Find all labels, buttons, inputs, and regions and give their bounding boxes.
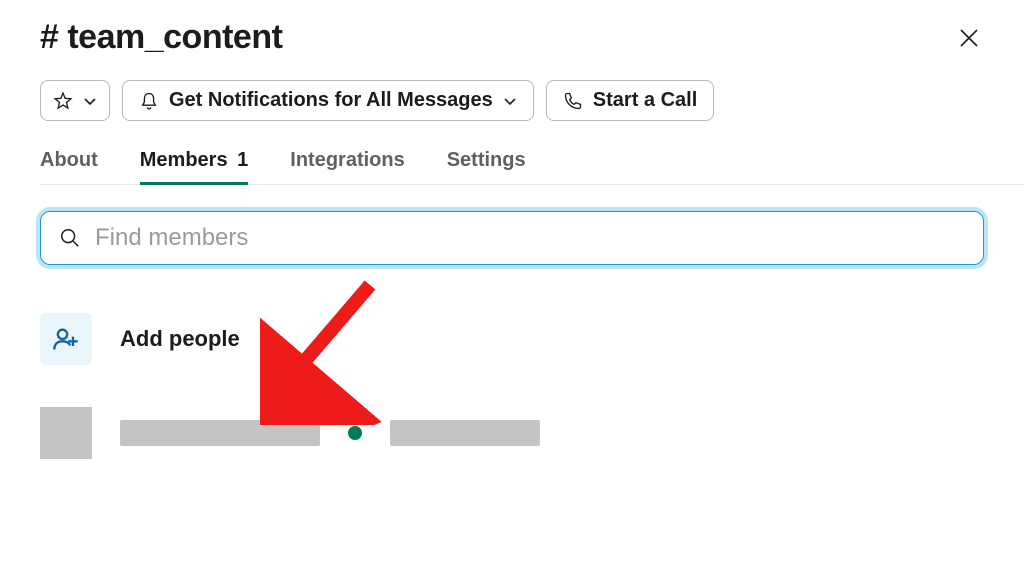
start-call-button[interactable]: Start a Call: [546, 80, 714, 121]
start-call-label: Start a Call: [593, 89, 697, 112]
channel-title: # team_content: [40, 18, 282, 57]
search-field[interactable]: [40, 211, 984, 265]
tabs: About Members 1 Integrations Settings: [40, 149, 1024, 185]
tab-members-label: Members: [140, 149, 228, 171]
member-meta-placeholder: [390, 420, 540, 446]
notifications-button[interactable]: Get Notifications for All Messages: [122, 80, 534, 121]
add-people-label: Add people: [120, 326, 240, 352]
avatar: [40, 407, 92, 459]
star-icon: [53, 91, 73, 111]
search-icon: [59, 227, 81, 249]
presence-indicator: [348, 426, 362, 440]
add-people-button[interactable]: Add people: [40, 313, 984, 365]
tab-settings[interactable]: Settings: [447, 149, 526, 184]
close-icon: [958, 27, 980, 49]
star-dropdown-button[interactable]: [40, 80, 110, 121]
add-people-icon-container: [40, 313, 92, 365]
phone-icon: [563, 91, 583, 111]
person-add-icon: [52, 325, 80, 353]
search-input[interactable]: [95, 224, 965, 252]
bell-icon: [139, 90, 159, 112]
tab-integrations[interactable]: Integrations: [290, 149, 404, 184]
member-row[interactable]: [40, 407, 984, 459]
tab-members[interactable]: Members 1: [140, 149, 249, 184]
tab-members-count: 1: [237, 149, 248, 171]
close-button[interactable]: [954, 22, 984, 58]
toolbar: Get Notifications for All Messages Start…: [40, 80, 984, 121]
chevron-down-icon: [83, 94, 97, 108]
chevron-down-icon: [503, 94, 517, 108]
tab-about[interactable]: About: [40, 149, 98, 184]
notifications-label: Get Notifications for All Messages: [169, 89, 493, 112]
member-name-placeholder: [120, 420, 320, 446]
